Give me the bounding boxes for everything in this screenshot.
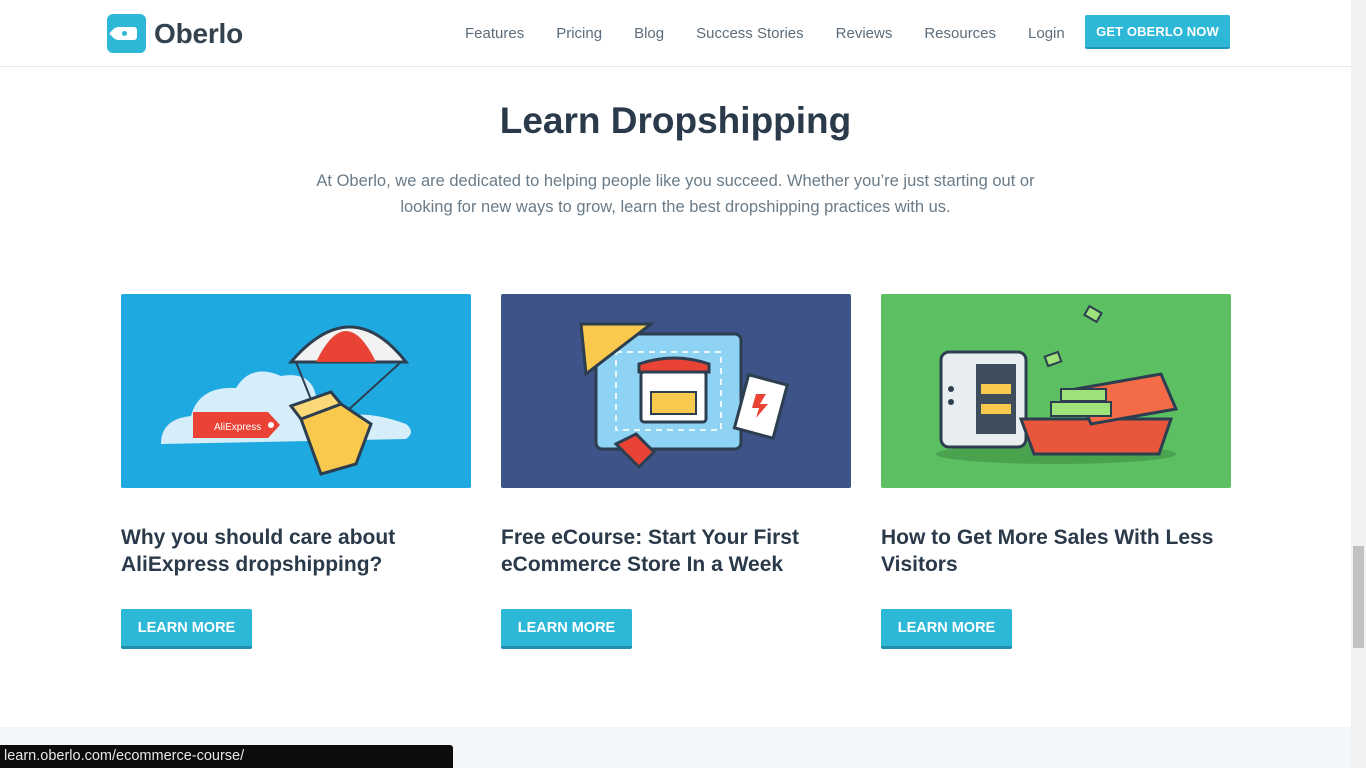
card-title[interactable]: Why you should care about AliExpress dro…	[121, 524, 471, 584]
aliexpress-label: AliExpress	[214, 422, 261, 433]
safe-money-illustration	[881, 294, 1231, 488]
nav-resources[interactable]: Resources	[924, 25, 996, 42]
scrollbar-thumb[interactable]	[1353, 546, 1364, 648]
money-stack-icon	[1050, 401, 1112, 417]
card-image[interactable]	[881, 294, 1231, 488]
card-image[interactable]	[501, 294, 851, 488]
nav-reviews[interactable]: Reviews	[836, 25, 893, 42]
blueprint-store-illustration	[501, 294, 851, 488]
tag-hole-icon	[268, 422, 274, 428]
nav-success-stories[interactable]: Success Stories	[696, 25, 804, 42]
parachute-box-illustration: AliExpress	[121, 294, 471, 488]
logo-text: Oberlo	[154, 17, 244, 49]
learn-more-button[interactable]: LEARN MORE	[501, 609, 632, 649]
tag-icon	[107, 14, 146, 53]
card-ecourse: Free eCourse: Start Your First eCommerce…	[501, 294, 851, 649]
money-stack-icon	[1060, 388, 1107, 402]
oberlo-logo[interactable]: Oberlo	[107, 14, 243, 53]
gold-bars	[981, 404, 1011, 414]
get-oberlo-button[interactable]: GET OBERLO NOW	[1085, 15, 1230, 49]
link-status-bar: learn.oberlo.com/ecommerce-course/	[0, 745, 453, 768]
store-awning	[637, 356, 711, 374]
nav-login[interactable]: Login	[1028, 25, 1065, 42]
site-header: Oberlo Features Pricing Blog Success Sto…	[0, 0, 1351, 67]
safe-dial	[948, 386, 954, 392]
card-title[interactable]: Free eCourse: Start Your First eCommerce…	[501, 524, 851, 584]
safe-interior	[976, 364, 1016, 434]
page-title: Learn Dropshipping	[499, 100, 852, 141]
nav-blog[interactable]: Blog	[634, 25, 664, 42]
store-window	[650, 391, 697, 415]
card-aliexpress: AliExpress Why you should care about Ali…	[121, 294, 471, 649]
intro-text: At Oberlo, we are dedicated to helping p…	[316, 172, 1035, 216]
learn-more-button[interactable]: LEARN MORE	[881, 609, 1012, 649]
card-sales: How to Get More Sales With Less Visitors…	[881, 294, 1231, 649]
gold-bars	[981, 384, 1011, 394]
card-title[interactable]: How to Get More Sales With Less Visitors	[881, 524, 1231, 584]
safe-dial	[948, 399, 954, 405]
nav-features[interactable]: Features	[465, 25, 524, 42]
learn-more-button[interactable]: LEARN MORE	[121, 609, 252, 649]
main-nav: Features Pricing Blog Success Stories Re…	[449, 0, 1081, 66]
card-image[interactable]: AliExpress	[121, 294, 471, 488]
nav-pricing[interactable]: Pricing	[556, 25, 602, 42]
scrollbar[interactable]	[1351, 0, 1366, 768]
